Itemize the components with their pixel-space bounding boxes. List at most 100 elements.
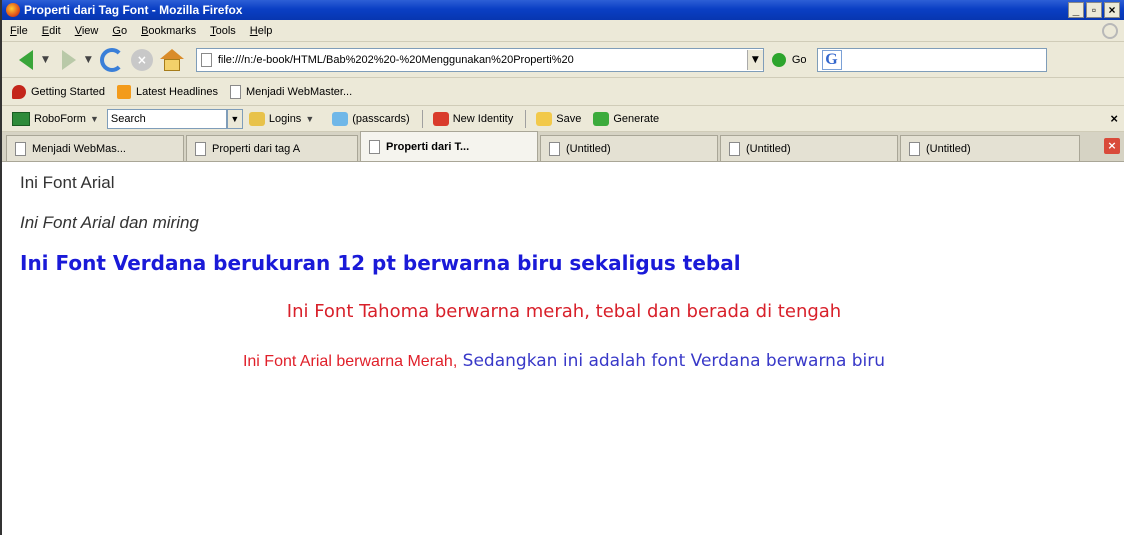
logins-icon <box>248 111 265 126</box>
page-content: Ini Font Arial Ini Font Arial dan miring… <box>4 163 1124 535</box>
bookmarks-toolbar: Getting Started Latest Headlines Menjadi… <box>2 78 1124 106</box>
tab-label: (Untitled) <box>566 142 611 155</box>
tab-untitled-3[interactable]: (Untitled) <box>900 135 1080 161</box>
page-icon <box>15 141 26 156</box>
tab-menjadi-webmaster[interactable]: Menjadi WebMas... <box>6 135 184 161</box>
logins-button[interactable]: Logins ▼ <box>248 111 320 126</box>
save-button[interactable]: Save <box>536 111 582 126</box>
menu-edit[interactable]: Edit <box>42 25 61 37</box>
firefox-icon <box>6 3 20 17</box>
bookmark-latest-headlines[interactable]: Latest Headlines <box>117 84 218 99</box>
navigation-toolbar: ▼ ▼ × file:///n:/e-book/HTML/Bab%202%20-… <box>2 42 1124 78</box>
tab-bar: Menjadi WebMas... Properti dari tag A Pr… <box>2 131 1124 162</box>
text-arial-red: Ini Font Arial berwarna Merah, <box>242 353 458 370</box>
menu-help[interactable]: Help <box>250 25 273 37</box>
window-title: Properti dari Tag Font - Mozilla Firefox <box>24 3 243 17</box>
menu-view[interactable]: View <box>75 25 99 37</box>
stop-button[interactable]: × <box>128 46 156 74</box>
page-icon <box>195 141 206 156</box>
passcards-label: (passcards) <box>352 112 410 125</box>
passcards-icon <box>332 111 349 126</box>
back-dropdown-icon[interactable]: ▼ <box>42 55 49 65</box>
bookmark-label: Getting Started <box>31 85 105 98</box>
roboform-logo-icon <box>12 111 30 126</box>
tab-label: (Untitled) <box>746 142 791 155</box>
bookmark-getting-started[interactable]: Getting Started <box>12 84 105 99</box>
tab-properti-tag-font[interactable]: Properti dari T... <box>360 131 538 161</box>
text-font-verdana-blue-bold: Ini Font Verdana berukuran 12 pt berwarn… <box>20 251 741 275</box>
go-icon <box>771 52 786 67</box>
tab-properti-tag-a[interactable]: Properti dari tag A <box>186 135 358 161</box>
reload-icon <box>99 47 124 72</box>
tab-untitled-1[interactable]: (Untitled) <box>540 135 718 161</box>
menu-go[interactable]: Go <box>112 25 127 37</box>
url-bar[interactable]: file:///n:/e-book/HTML/Bab%202%20-%20Men… <box>195 47 764 72</box>
text-mixed-fonts: Ini Font Arial berwarna Merah, Sedangkan… <box>4 351 1124 371</box>
tab-label: Menjadi WebMas... <box>32 142 126 155</box>
search-dropdown-icon[interactable]: ▼ <box>226 108 243 129</box>
toolbar-separator <box>421 109 423 128</box>
menu-tools[interactable]: Tools <box>210 25 236 37</box>
logins-dropdown-icon: ▼ <box>305 113 315 124</box>
page-icon <box>549 141 560 156</box>
throbber-icon <box>1102 23 1118 39</box>
minimize-button[interactable]: _ <box>1068 2 1084 18</box>
browser-window: Properti dari Tag Font - Mozilla Firefox… <box>0 0 1124 535</box>
roboform-toolbar: RoboForm ▼ Search ▼ Logins ▼ (passcards)… <box>2 106 1124 132</box>
page-icon <box>229 84 241 99</box>
new-identity-button[interactable]: New Identity <box>432 111 514 126</box>
text-font-arial-italic: Ini Font Arial dan miring <box>20 213 199 232</box>
bookmark-label: Latest Headlines <box>136 85 218 98</box>
roboform-dropdown-icon[interactable]: ▼ <box>90 114 99 124</box>
text-font-tahoma-red-center: Ini Font Tahoma berwarna merah, tebal da… <box>286 301 842 322</box>
generate-button[interactable]: Generate <box>593 111 659 126</box>
menu-file[interactable]: File <box>10 25 28 37</box>
save-label: Save <box>556 112 582 125</box>
toolbar-separator <box>525 109 527 128</box>
bookmark-label: Menjadi WebMaster... <box>245 85 353 98</box>
title-bar: Properti dari Tag Font - Mozilla Firefox… <box>2 0 1124 20</box>
page-icon <box>369 139 380 154</box>
back-button[interactable] <box>12 46 40 74</box>
identity-icon <box>432 111 449 126</box>
google-icon[interactable]: G <box>821 49 842 70</box>
new-identity-label: New Identity <box>452 112 514 125</box>
bookmark-menjadi-webmaster[interactable]: Menjadi WebMaster... <box>229 84 353 99</box>
generate-icon <box>593 111 610 126</box>
menu-bar: File Edit View Go Bookmarks Tools Help <box>2 20 1124 42</box>
roboform-search-input[interactable]: Search <box>106 108 227 129</box>
maximize-button[interactable]: ▫ <box>1086 2 1102 18</box>
logins-label: Logins <box>268 112 302 125</box>
rss-icon <box>117 84 131 99</box>
page-icon <box>200 52 212 67</box>
close-tab-icon[interactable]: × <box>1104 138 1120 154</box>
close-button[interactable]: × <box>1104 2 1120 18</box>
forward-arrow-icon <box>61 49 76 70</box>
search-box[interactable]: G <box>816 47 1047 72</box>
forward-dropdown-icon[interactable]: ▼ <box>85 55 92 65</box>
roboform-menu[interactable]: RoboForm <box>34 113 86 125</box>
stop-icon: × <box>130 48 153 71</box>
url-dropdown-icon[interactable]: ▼ <box>746 49 763 70</box>
tab-label: Properti dari T... <box>386 140 470 153</box>
page-icon <box>909 141 920 156</box>
home-icon <box>159 48 184 71</box>
forward-button[interactable] <box>55 46 83 74</box>
toolbar-close-icon[interactable]: × <box>1110 111 1118 126</box>
passcards-button[interactable]: (passcards) <box>332 111 410 126</box>
window-controls: _ ▫ × <box>1068 2 1120 18</box>
back-arrow-icon <box>19 49 33 70</box>
page-icon <box>729 141 740 156</box>
reload-button[interactable] <box>98 46 126 74</box>
tab-untitled-2[interactable]: (Untitled) <box>720 135 898 161</box>
menu-bookmarks[interactable]: Bookmarks <box>141 25 196 37</box>
tab-label: (Untitled) <box>926 142 971 155</box>
go-label: Go <box>791 53 807 66</box>
url-text[interactable]: file:///n:/e-book/HTML/Bab%202%20-%20Men… <box>218 54 738 66</box>
text-font-arial: Ini Font Arial <box>20 173 115 192</box>
tab-label: Properti dari tag A <box>212 142 301 155</box>
save-icon <box>536 111 553 126</box>
go-button[interactable]: Go <box>771 52 807 67</box>
home-button[interactable] <box>158 46 186 74</box>
text-verdana-blue: Sedangkan ini adalah font Verdana berwar… <box>457 351 886 371</box>
